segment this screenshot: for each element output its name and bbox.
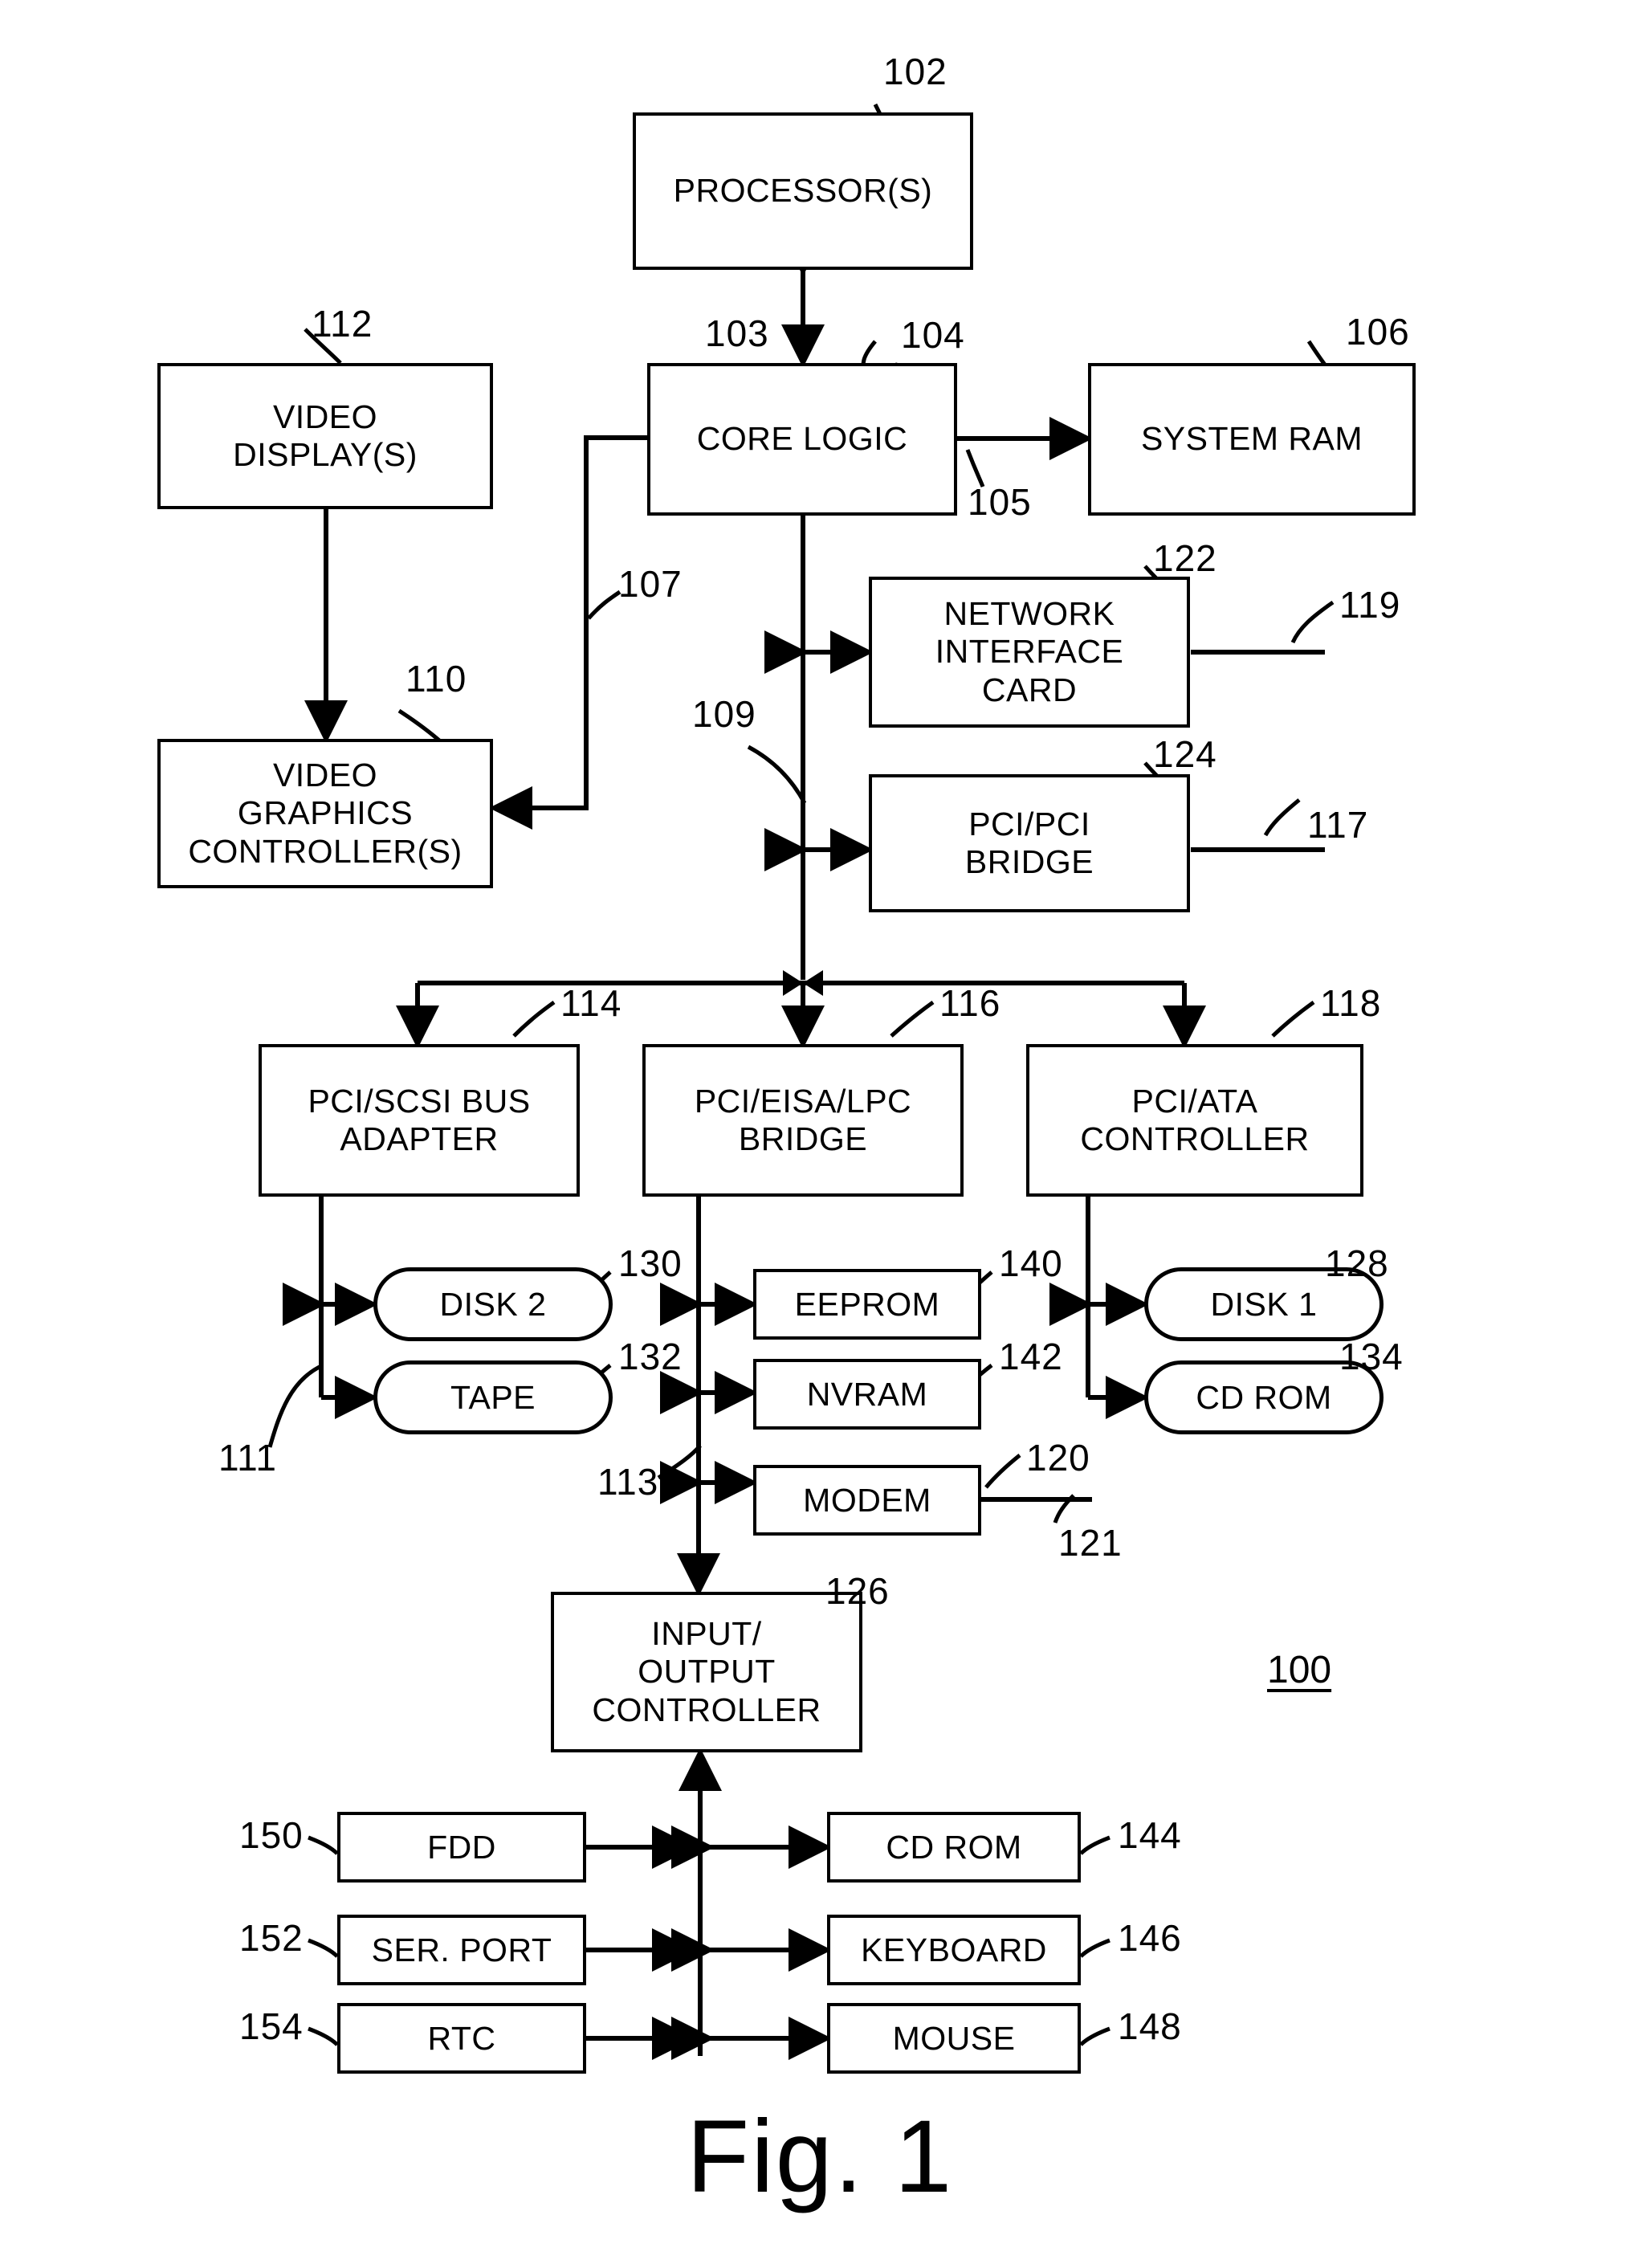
block-eeprom[interactable]: EEPROM — [753, 1269, 981, 1340]
block-network-interface-card-label: NETWORK INTERFACE CARD — [935, 595, 1124, 708]
ref-119: 119 — [1339, 584, 1401, 626]
ref-113: 113 — [597, 1461, 659, 1503]
block-pci-eisa-lpc-bridge-label: PCI/EISA/LPC BRIDGE — [694, 1082, 912, 1157]
block-core-logic[interactable]: CORE LOGIC — [647, 363, 957, 516]
ref-118: 118 — [1320, 982, 1382, 1024]
block-video-graphics-controller[interactable]: VIDEO GRAPHICS CONTROLLER(S) — [157, 739, 493, 888]
ref-124: 124 — [1153, 733, 1217, 775]
ref-126: 126 — [825, 1570, 890, 1612]
ref-142: 142 — [999, 1336, 1063, 1377]
block-video-graphics-controller-label: VIDEO GRAPHICS CONTROLLER(S) — [188, 757, 463, 870]
block-video-display-label: VIDEO DISPLAY(S) — [233, 398, 418, 473]
ref-117: 117 — [1307, 804, 1369, 846]
ref-120: 120 — [1026, 1437, 1090, 1479]
block-processor[interactable]: PROCESSOR(S) — [633, 112, 973, 270]
block-keyboard[interactable]: KEYBOARD — [827, 1915, 1081, 1985]
block-pci-pci-bridge-label: PCI/PCI BRIDGE — [964, 805, 1094, 880]
block-disk2[interactable]: DISK 2 — [373, 1267, 613, 1341]
block-modem-label: MODEM — [803, 1481, 931, 1519]
block-system-ram[interactable]: SYSTEM RAM — [1088, 363, 1416, 516]
block-tape[interactable]: TAPE — [373, 1360, 613, 1434]
ref-152: 152 — [239, 1917, 304, 1959]
block-mouse-label: MOUSE — [892, 2019, 1016, 2057]
ref-116: 116 — [939, 982, 1001, 1024]
block-fdd-label: FDD — [427, 1828, 496, 1866]
block-system-ram-label: SYSTEM RAM — [1140, 420, 1363, 458]
block-video-display[interactable]: VIDEO DISPLAY(S) — [157, 363, 493, 509]
ref-109: 109 — [692, 693, 756, 735]
block-pci-pci-bridge[interactable]: PCI/PCI BRIDGE — [869, 774, 1190, 912]
figure-caption: Fig. 1 — [687, 2099, 954, 2214]
block-pci-scsi-bus-adapter-label: PCI/SCSI BUS ADAPTER — [308, 1082, 531, 1157]
ref-105: 105 — [968, 481, 1032, 523]
block-fdd[interactable]: FDD — [337, 1812, 586, 1883]
block-cdrom-ata-label: CD ROM — [1196, 1378, 1332, 1416]
ref-110: 110 — [405, 658, 467, 700]
block-nvram[interactable]: NVRAM — [753, 1359, 981, 1430]
ref-103: 103 — [705, 312, 769, 354]
block-pci-eisa-lpc-bridge[interactable]: PCI/EISA/LPC BRIDGE — [642, 1044, 964, 1197]
ref-150: 150 — [239, 1814, 304, 1856]
ref-107: 107 — [618, 563, 683, 605]
block-pci-scsi-bus-adapter[interactable]: PCI/SCSI BUS ADAPTER — [259, 1044, 580, 1197]
block-ser-port-label: SER. PORT — [371, 1931, 552, 1968]
ref-114: 114 — [560, 982, 622, 1024]
block-disk1-label: DISK 1 — [1210, 1285, 1318, 1323]
ref-154: 154 — [239, 2005, 304, 2047]
ref-122: 122 — [1153, 537, 1217, 579]
block-eeprom-label: EEPROM — [794, 1285, 940, 1323]
block-keyboard-label: KEYBOARD — [861, 1931, 1047, 1968]
ref-121: 121 — [1058, 1522, 1123, 1564]
system-reference-100: 100 — [1267, 1649, 1332, 1691]
ref-130: 130 — [618, 1242, 683, 1284]
block-network-interface-card[interactable]: NETWORK INTERFACE CARD — [869, 577, 1190, 728]
ref-104: 104 — [901, 314, 965, 356]
block-pci-ata-controller[interactable]: PCI/ATA CONTROLLER — [1026, 1044, 1363, 1197]
block-ser-port[interactable]: SER. PORT — [337, 1915, 586, 1985]
block-rtc-label: RTC — [427, 2019, 496, 2057]
ref-144: 144 — [1118, 1814, 1182, 1856]
patent-figure-1: PROCESSOR(S) CORE LOGIC SYSTEM RAM VIDEO… — [0, 0, 1626, 2268]
block-input-output-controller[interactable]: INPUT/ OUTPUT CONTROLLER — [551, 1592, 862, 1752]
ref-146: 146 — [1118, 1917, 1182, 1959]
block-rtc[interactable]: RTC — [337, 2003, 586, 2074]
block-disk2-label: DISK 2 — [439, 1285, 547, 1323]
ref-140: 140 — [999, 1242, 1063, 1284]
block-tape-label: TAPE — [450, 1378, 536, 1416]
ref-128: 128 — [1325, 1242, 1389, 1284]
block-modem[interactable]: MODEM — [753, 1465, 981, 1536]
block-core-logic-label: CORE LOGIC — [696, 420, 908, 458]
block-mouse[interactable]: MOUSE — [827, 2003, 1081, 2074]
block-nvram-label: NVRAM — [806, 1375, 928, 1413]
block-input-output-controller-label: INPUT/ OUTPUT CONTROLLER — [592, 1615, 821, 1728]
block-processor-label: PROCESSOR(S) — [673, 172, 933, 210]
ref-148: 148 — [1118, 2005, 1182, 2047]
ref-134: 134 — [1339, 1336, 1404, 1377]
ref-111: 111 — [218, 1437, 277, 1479]
block-pci-ata-controller-label: PCI/ATA CONTROLLER — [1080, 1082, 1310, 1157]
ref-112: 112 — [312, 303, 373, 345]
block-cdrom-io[interactable]: CD ROM — [827, 1812, 1081, 1883]
ref-132: 132 — [618, 1336, 683, 1377]
block-cdrom-io-label: CD ROM — [886, 1828, 1022, 1866]
ref-106: 106 — [1346, 311, 1410, 353]
ref-102: 102 — [883, 51, 947, 92]
